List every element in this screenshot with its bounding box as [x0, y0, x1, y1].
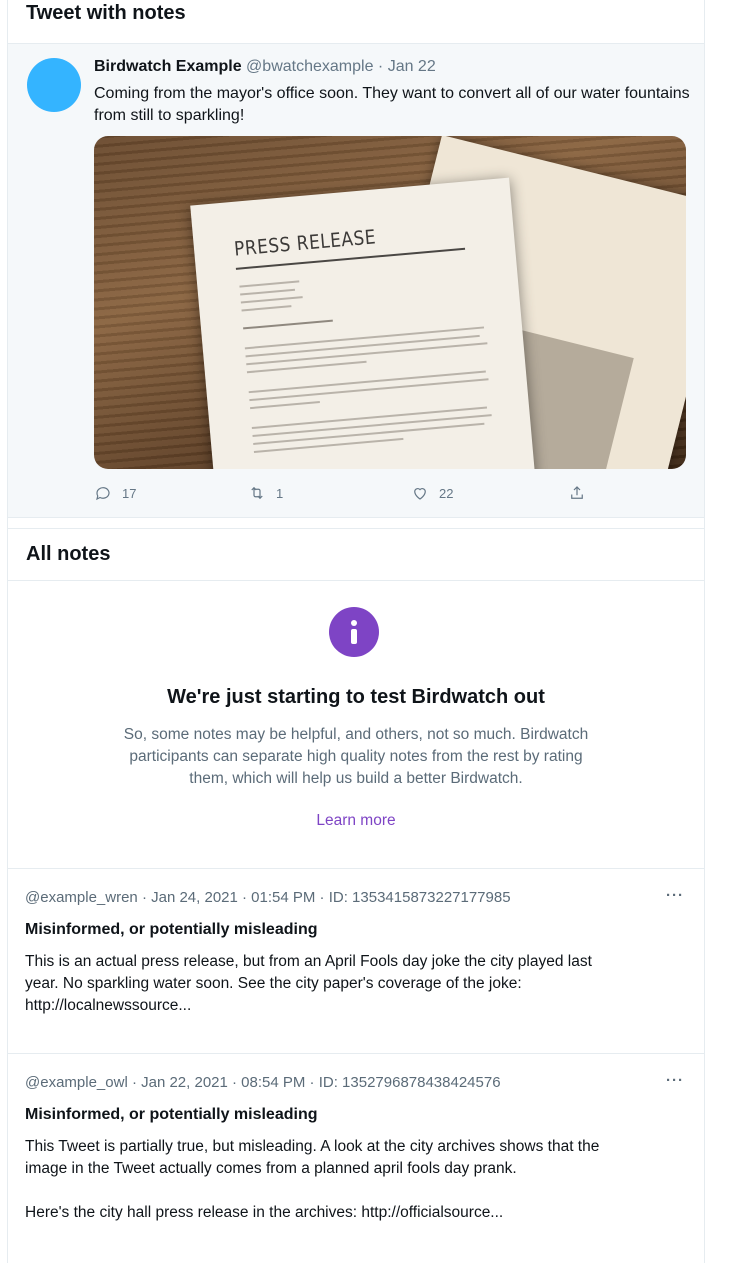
- paper-line: [250, 401, 320, 410]
- notice-title: We're just starting to test Birdwatch ou…: [167, 686, 545, 708]
- retweet-icon: [251, 486, 263, 500]
- tweet-header: Birdwatch Example @bwatchexample · Jan 2…: [94, 58, 436, 76]
- share-icon: [571, 486, 583, 499]
- note-paragraph: Here's the city hall press release in th…: [25, 1204, 504, 1221]
- divider: [8, 1053, 704, 1054]
- reply-button[interactable]: 17: [94, 484, 136, 502]
- note-text: This is an actual press release, but fro…: [25, 951, 615, 1017]
- retweet-count: 1: [276, 485, 284, 501]
- paper-line: [240, 288, 296, 296]
- author-handle-date[interactable]: @bwatchexample · Jan 22: [242, 58, 436, 75]
- tweet-actions: 17 1 22: [8, 484, 704, 508]
- avatar[interactable]: [27, 58, 81, 112]
- share-button[interactable]: [568, 484, 586, 502]
- learn-more-link[interactable]: Learn more: [8, 812, 704, 830]
- more-options-icon[interactable]: ···: [666, 1072, 684, 1089]
- tweet-image[interactable]: PRESS RELEASE: [94, 136, 686, 469]
- like-icon: [414, 488, 426, 500]
- note-paragraph: This Tweet is partially true, but mislea…: [25, 1138, 600, 1177]
- paper-line: [241, 305, 292, 312]
- info-stem: [351, 629, 357, 644]
- note-classification: Misinformed, or potentially misleading: [25, 921, 318, 938]
- divider: [8, 528, 704, 529]
- press-release-paper: PRESS RELEASE: [190, 177, 538, 469]
- info-icon: [329, 607, 379, 657]
- note-item: @example_wren · Jan 24, 2021 · 01:54 PM …: [8, 887, 704, 1039]
- like-count: 22: [439, 485, 454, 501]
- paper-line: [239, 280, 300, 288]
- notes-section-title: All notes: [26, 543, 111, 565]
- divider: [8, 580, 704, 581]
- info-dot: [351, 620, 357, 626]
- note-meta[interactable]: @example_owl · Jan 22, 2021 · 08:54 PM ·…: [25, 1074, 501, 1091]
- like-button[interactable]: 22: [411, 484, 453, 502]
- reply-count: 17: [122, 485, 137, 501]
- note-text: This Tweet is partially true, but mislea…: [25, 1136, 615, 1224]
- paper-line: [240, 296, 303, 304]
- main-column: Tweet with notes Birdwatch Example @bwat…: [7, 0, 705, 1263]
- more-options-icon[interactable]: ···: [666, 887, 684, 904]
- reply-icon: [96, 487, 110, 501]
- note-paragraph: This is an actual press release, but fro…: [25, 953, 592, 1014]
- press-release-heading: PRESS RELEASE: [233, 226, 377, 262]
- note-meta[interactable]: @example_wren · Jan 24, 2021 · 01:54 PM …: [25, 889, 511, 906]
- info-glyph: [350, 620, 358, 644]
- tweet-card[interactable]: Birdwatch Example @bwatchexample · Jan 2…: [8, 43, 704, 518]
- author-name[interactable]: Birdwatch Example: [94, 58, 242, 75]
- paper-line: [243, 319, 333, 330]
- note-classification: Misinformed, or potentially misleading: [25, 1106, 318, 1123]
- tweet-text: Coming from the mayor's office soon. The…: [94, 85, 690, 124]
- notice-body: So, some notes may be helpful, and other…: [123, 726, 589, 787]
- retweet-button[interactable]: 1: [248, 484, 283, 502]
- note-item: @example_owl · Jan 22, 2021 · 08:54 PM ·…: [8, 1072, 704, 1263]
- tweet-section-title: Tweet with notes: [26, 2, 186, 24]
- divider: [8, 868, 704, 869]
